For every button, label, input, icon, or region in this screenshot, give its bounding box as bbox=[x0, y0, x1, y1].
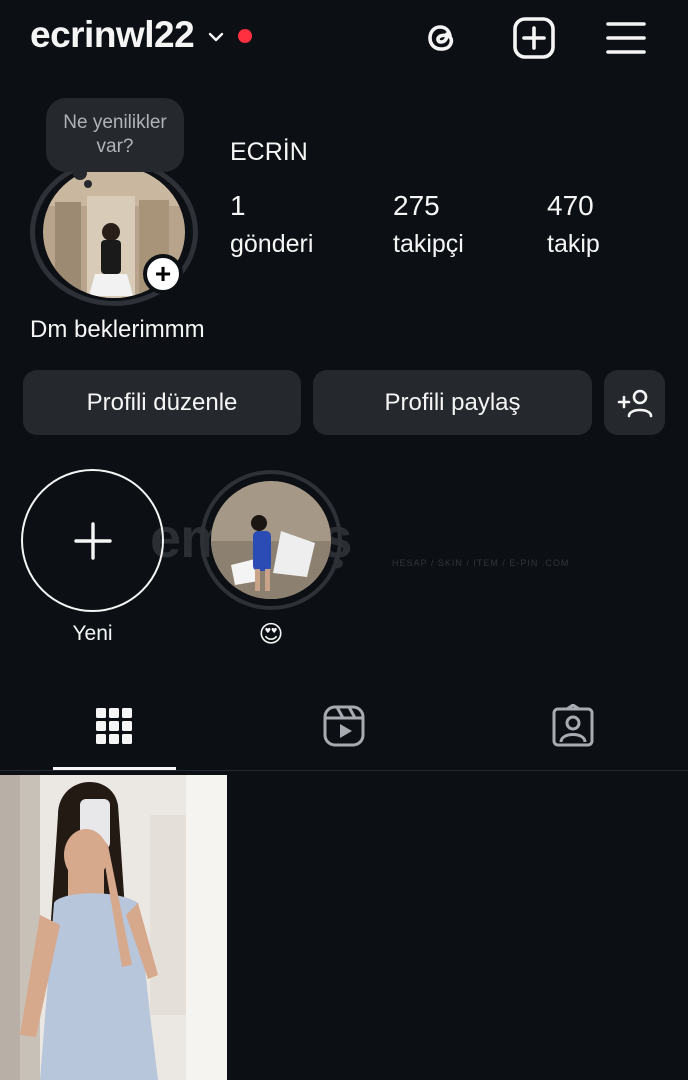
followers-label: takipçi bbox=[393, 230, 464, 258]
posts-stat[interactable]: 1 gönderi bbox=[230, 190, 313, 259]
menu-icon[interactable] bbox=[604, 16, 648, 60]
display-name: ECRİN bbox=[230, 138, 308, 166]
notification-dot bbox=[238, 29, 253, 43]
following-count: 470 bbox=[547, 190, 594, 221]
grid-post[interactable] bbox=[0, 775, 227, 1080]
note-tail-small bbox=[84, 180, 92, 188]
tab-reels[interactable] bbox=[314, 700, 374, 752]
following-label: takip bbox=[547, 230, 600, 258]
followers-stat[interactable]: 275 takipçi bbox=[393, 190, 464, 259]
highlight-label: 😍 bbox=[258, 621, 284, 648]
posts-count: 1 bbox=[230, 190, 246, 221]
account-switcher[interactable]: ecrinwl22 bbox=[30, 14, 253, 56]
reels-icon bbox=[323, 705, 365, 747]
tab-tagged[interactable] bbox=[543, 700, 603, 752]
following-stat[interactable]: 470 takip bbox=[547, 190, 600, 259]
profile-page: ecrinwl22 + Ne yenilikler var? ECRİN 1 g… bbox=[0, 0, 688, 1080]
posts-label: gönderi bbox=[230, 230, 314, 258]
new-post-icon[interactable] bbox=[512, 16, 556, 60]
highlight-cover[interactable] bbox=[211, 481, 331, 599]
discover-people-button[interactable] bbox=[604, 370, 665, 435]
new-highlight-label: Yeni bbox=[72, 622, 113, 645]
watermark-subtitle: HESAP / SKIN / ITEM / E-PIN .COM bbox=[392, 558, 570, 568]
tagged-icon bbox=[552, 704, 594, 747]
tab-divider bbox=[0, 770, 688, 771]
tab-posts[interactable] bbox=[84, 700, 144, 752]
note-tail bbox=[73, 166, 87, 180]
share-profile-button[interactable]: Profili paylaş bbox=[313, 370, 592, 435]
username: ecrinwl22 bbox=[30, 14, 195, 55]
threads-icon[interactable] bbox=[420, 16, 464, 60]
plus-icon bbox=[73, 521, 112, 560]
note-bubble[interactable]: Ne yenilikler var? bbox=[46, 98, 184, 172]
bio: Dm beklerimmm bbox=[30, 316, 205, 343]
new-highlight-button[interactable] bbox=[21, 469, 164, 612]
chevron-down-icon bbox=[208, 32, 224, 42]
grid-icon bbox=[96, 708, 132, 744]
edit-profile-button[interactable]: Profili düzenle bbox=[23, 370, 301, 435]
top-bar: ecrinwl22 bbox=[0, 0, 688, 80]
add-person-icon bbox=[617, 389, 652, 417]
add-story-button[interactable]: + bbox=[143, 254, 183, 294]
followers-count: 275 bbox=[393, 190, 440, 221]
